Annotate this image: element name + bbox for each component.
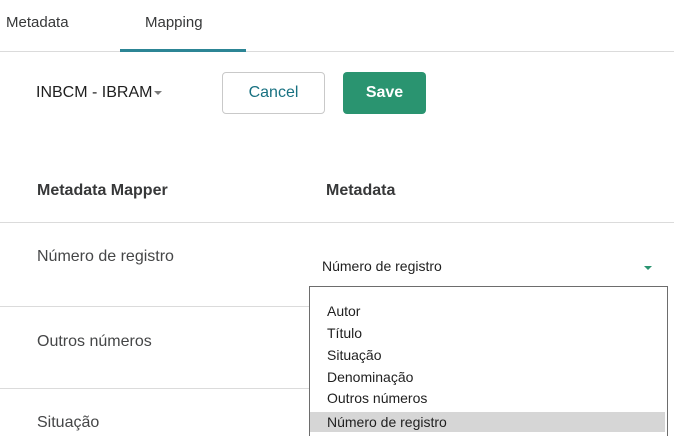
caret-down-icon [154,90,163,95]
save-button[interactable]: Save [343,72,426,114]
row-label: Situação [37,414,100,431]
header-divider [0,222,674,223]
metadata-options-list: Autor Título Situação Denominação Outros… [309,286,668,436]
row-label: Número de registro [37,248,174,265]
row-divider [0,388,309,389]
tab-bar: Metadata Mapping [0,0,674,52]
tab-metadata[interactable]: Metadata [6,14,69,31]
metadata-select[interactable]: Número de registro [309,244,665,284]
option-autor[interactable]: Autor [310,301,665,321]
option-situacao[interactable]: Situação [310,345,665,365]
row-divider [0,306,309,307]
option-titulo[interactable]: Título [310,323,665,343]
column-header-metadata: Metadata [326,182,396,199]
option-outros-numeros[interactable]: Outros números [310,388,665,408]
mapper-select[interactable]: INBCM - IBRAM [36,84,163,102]
option-denominacao[interactable]: Denominação [310,367,665,387]
metadata-select-value: Número de registro [322,258,442,274]
mapper-select-label: INBCM - IBRAM [36,84,153,101]
column-header-metadata-mapper: Metadata Mapper [37,182,168,199]
row-label: Outros números [37,333,152,350]
option-numero-de-registro[interactable]: Número de registro [310,412,665,432]
caret-down-icon [644,266,652,270]
active-tab-indicator [120,49,246,52]
tab-mapping[interactable]: Mapping [145,14,203,31]
cancel-button[interactable]: Cancel [222,72,325,114]
